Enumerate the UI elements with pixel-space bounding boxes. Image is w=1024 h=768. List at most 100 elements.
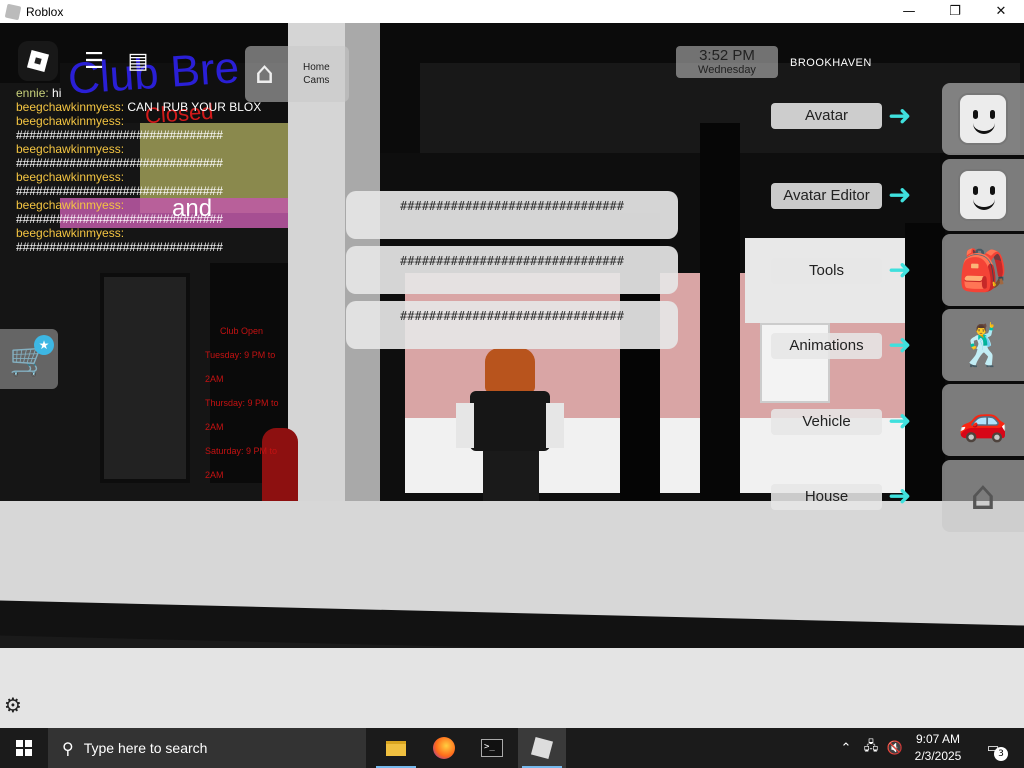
system-date: 2/3/2025: [914, 749, 962, 763]
file-explorer-taskbar-button[interactable]: [372, 728, 420, 768]
menu-house-button[interactable]: House: [771, 484, 882, 510]
menu-tools-button[interactable]: Tools: [771, 258, 882, 284]
chat-message: ###############################: [16, 212, 223, 226]
menu-vehicle-button[interactable]: Vehicle: [771, 409, 882, 435]
avatar-editor-icon: [958, 169, 1008, 221]
chat-line: beegchawkinmyess:: [16, 170, 316, 184]
chat-message: ###############################: [16, 184, 223, 198]
chat-line: beegchawkinmyess:: [16, 114, 316, 128]
home-cams-line1: Home: [303, 62, 330, 73]
minimize-button[interactable]: —: [886, 0, 932, 23]
game-viewport[interactable]: Club Bre Closed and Club Open Tuesday: 9…: [0, 23, 1024, 728]
house-tile[interactable]: ⌂: [942, 460, 1024, 532]
shop-cart-button[interactable]: 🛒 ★: [0, 329, 58, 389]
maximize-button[interactable]: ❐: [932, 0, 978, 23]
chat-toggle-icon[interactable]: ▤: [120, 43, 156, 79]
chat-log: ennie: hi beegchawkinmyess: CAN I RUB YO…: [16, 86, 316, 254]
arrow-right-icon: ➜: [888, 99, 912, 132]
chat-line: beegchawkinmyess:: [16, 142, 316, 156]
search-placeholder: Type here to search: [83, 740, 208, 756]
hamburger-menu-icon[interactable]: ☰: [76, 43, 112, 79]
arrow-right-icon: ➜: [888, 404, 912, 437]
menu-avatar-button[interactable]: Avatar: [771, 103, 882, 129]
notifications-button[interactable]: ▭ 3: [978, 728, 1008, 768]
chat-line: ennie: hi: [16, 86, 316, 100]
chat-user: ennie:: [16, 86, 49, 100]
speech-bubble: ###############################: [346, 191, 678, 239]
chevron-up-icon: ⌃: [840, 740, 852, 756]
game-day: Wednesday: [698, 64, 756, 76]
hours-title: Club Open: [220, 326, 264, 336]
chat-user: beegchawkinmyess:: [16, 170, 125, 184]
arrow-right-icon: ➜: [888, 178, 912, 211]
chat-message: CAN I RUB YOUR BLOX: [124, 100, 262, 114]
chat-line: ###############################: [16, 184, 316, 198]
taskbar-clock[interactable]: 9:07 AM 2/3/2025: [906, 731, 970, 765]
speech-bubble: ###############################: [346, 301, 678, 349]
tools-tile[interactable]: 🎒: [942, 234, 1024, 306]
hours-line: Tuesday: 9 PM to 2AM: [205, 350, 276, 384]
chat-user: beegchawkinmyess:: [16, 114, 125, 128]
home-cams-label: Home Cams: [303, 61, 330, 87]
star-badge-icon: ★: [34, 335, 54, 355]
roblox-window: Roblox — ❐ ✕ Club Bre Closed and Club Op…: [0, 0, 1024, 768]
folder-icon: [386, 740, 406, 756]
avatar-editor-tile[interactable]: [942, 159, 1024, 231]
terminal-icon: >_: [481, 739, 503, 757]
backpack-icon: 🎒: [958, 247, 1008, 294]
system-time: 9:07 AM: [915, 732, 961, 746]
animation-figure-icon: 🕺: [958, 322, 1008, 369]
speech-bubble: ###############################: [346, 246, 678, 294]
chat-user: beegchawkinmyess:: [16, 226, 125, 240]
hours-line: Saturday: 9 PM to 2AM: [205, 446, 278, 480]
chat-line: ###############################: [16, 240, 316, 254]
taskbar-search-box[interactable]: ⚲ Type here to search: [48, 728, 366, 768]
avatar-tile[interactable]: [942, 83, 1024, 155]
car-icon: 🚗: [958, 397, 1008, 444]
roblox-menu-button[interactable]: [18, 41, 58, 81]
roblox-logo-icon: [26, 49, 50, 73]
firefox-taskbar-button[interactable]: [420, 728, 468, 768]
roblox-taskbar-button[interactable]: [518, 728, 566, 768]
game-clock: 3:52 PM Wednesday: [676, 46, 778, 78]
show-hidden-icons-button[interactable]: ⌃: [836, 728, 856, 768]
settings-gear-icon[interactable]: ⚙: [4, 693, 28, 717]
place-name: BROOKHAVEN: [790, 57, 872, 69]
chat-user: beegchawkinmyess:: [16, 100, 125, 114]
club-hours: Club Open Tuesday: 9 PM to 2AM Thursday:…: [205, 319, 295, 487]
chat-line: ###############################: [16, 156, 316, 170]
windows-logo-icon: [16, 740, 32, 756]
avatar-face-icon: [958, 93, 1008, 145]
network-icon[interactable]: 🖧: [860, 728, 882, 768]
hours-line: Thursday: 9 PM to 2AM: [205, 398, 279, 432]
roblox-icon: [530, 736, 554, 760]
chat-line: ###############################: [16, 128, 316, 142]
close-button[interactable]: ✕: [978, 0, 1024, 23]
terminal-taskbar-button[interactable]: >_: [468, 728, 516, 768]
title-bar: Roblox — ❐ ✕: [0, 0, 1024, 23]
vehicle-tile[interactable]: 🚗: [942, 384, 1024, 456]
search-icon: ⚲: [62, 738, 74, 758]
chat-line: beegchawkinmyess: CAN I RUB YOUR BLOX: [16, 100, 316, 114]
arrow-right-icon: ➜: [888, 328, 912, 361]
chat-message: ###############################: [16, 128, 223, 142]
chat-user: beegchawkinmyess:: [16, 198, 125, 212]
roblox-app-icon: [4, 3, 22, 20]
arrow-right-icon: ➜: [888, 479, 912, 512]
game-time: 3:52 PM: [699, 47, 755, 64]
firefox-icon: [433, 737, 455, 759]
windows-taskbar: ⚲ Type here to search >_ ⌃ 🖧 🔇 9:07 AM 2…: [0, 728, 1024, 768]
chat-message: hi: [48, 86, 62, 100]
start-button[interactable]: [0, 728, 48, 768]
chat-line: beegchawkinmyess:: [16, 198, 316, 212]
chat-message: ###############################: [16, 156, 223, 170]
chat-user: beegchawkinmyess:: [16, 142, 125, 156]
menu-avatar-editor-button[interactable]: Avatar Editor: [771, 183, 882, 209]
menu-animations-button[interactable]: Animations: [771, 333, 882, 359]
window-title: Roblox: [26, 4, 64, 19]
house-icon: ⌂: [970, 473, 996, 519]
volume-muted-icon[interactable]: 🔇: [884, 728, 906, 768]
chat-line: ###############################: [16, 212, 316, 226]
animations-tile[interactable]: 🕺: [942, 309, 1024, 381]
notification-count: 3: [994, 747, 1008, 761]
